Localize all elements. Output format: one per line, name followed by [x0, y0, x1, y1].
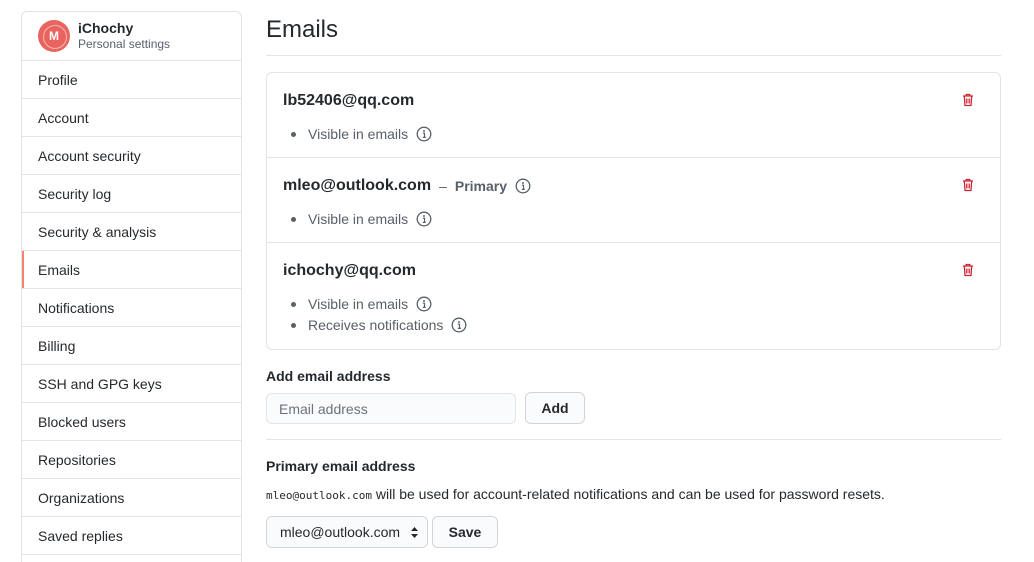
- sidebar-item-blocked-users[interactable]: Blocked users: [22, 403, 241, 441]
- select-caret-icon: [411, 527, 418, 538]
- sidebar-item-security-analysis[interactable]: Security & analysis: [22, 213, 241, 251]
- email-address-text: lb52406@qq.com: [283, 92, 415, 109]
- user-name: iChochy: [78, 20, 134, 36]
- primary-email-note: mleo@outlook.com will be used for accoun…: [266, 486, 885, 502]
- user-text: iChochy Personal settings: [78, 20, 170, 52]
- email-properties: Visible in emails: [291, 123, 432, 144]
- primary-email-label: Primary email address: [266, 458, 416, 474]
- email-address: ichochy@qq.com: [283, 262, 416, 280]
- add-email-button[interactable]: Add: [525, 392, 585, 424]
- add-email-label: Add email address: [266, 368, 391, 384]
- trash-icon[interactable]: [960, 177, 976, 193]
- email-property-text: Visible in emails: [308, 210, 409, 227]
- primary-dash: –: [439, 178, 447, 194]
- settings-sidebar: M iChochy Personal settings Profile Acco…: [21, 11, 242, 562]
- email-property-text: Visible in emails: [308, 295, 409, 312]
- primary-email-note-text: will be used for account-related notific…: [371, 486, 885, 502]
- info-icon[interactable]: [416, 296, 432, 312]
- info-icon[interactable]: [451, 317, 467, 333]
- email-address-text: ichochy@qq.com: [283, 262, 416, 279]
- email-property-text: Receives notifications: [308, 316, 444, 333]
- sidebar-item-ssh-gpg-keys[interactable]: SSH and GPG keys: [22, 365, 241, 403]
- primary-email-selected: mleo@outlook.com: [280, 524, 401, 540]
- sidebar-item-emails[interactable]: Emails: [22, 251, 241, 289]
- email-property: Receives notifications: [291, 314, 467, 335]
- email-list: lb52406@qq.com Visible in emails mleo@ou…: [266, 72, 1001, 350]
- sidebar-item-account[interactable]: Account: [22, 99, 241, 137]
- sidebar-item-repositories[interactable]: Repositories: [22, 441, 241, 479]
- email-row: ichochy@qq.com Visible in emails Receive…: [267, 243, 1000, 349]
- email-property: Visible in emails: [291, 293, 467, 314]
- title-divider: [266, 55, 1001, 56]
- email-row: mleo@outlook.com – Primary Visible in em…: [267, 158, 1000, 243]
- primary-email-select[interactable]: mleo@outlook.com: [266, 516, 428, 548]
- page-title: Emails: [266, 16, 339, 43]
- sidebar-item-notifications[interactable]: Notifications: [22, 289, 241, 327]
- add-email-input[interactable]: [266, 393, 516, 424]
- user-subtitle: Personal settings: [78, 37, 171, 51]
- email-address: mleo@outlook.com – Primary: [283, 177, 531, 195]
- email-property: Visible in emails: [291, 123, 432, 144]
- email-property: Visible in emails: [291, 208, 432, 229]
- user-header[interactable]: M iChochy Personal settings: [22, 12, 241, 61]
- email-properties: Visible in emails Receives notifications: [291, 293, 467, 335]
- avatar: M: [38, 20, 70, 52]
- save-primary-button[interactable]: Save: [432, 516, 498, 548]
- avatar-letter: M: [38, 20, 70, 52]
- info-icon[interactable]: [416, 126, 432, 142]
- info-icon[interactable]: [416, 211, 432, 227]
- sidebar-item-organizations[interactable]: Organizations: [22, 479, 241, 517]
- primary-label: Primary: [454, 178, 508, 194]
- email-properties: Visible in emails: [291, 208, 432, 229]
- section-divider: [266, 439, 1001, 440]
- sidebar-item-security-log[interactable]: Security log: [22, 175, 241, 213]
- primary-email-code: mleo@outlook.com: [266, 489, 372, 502]
- sidebar-item-saved-replies[interactable]: Saved replies: [22, 517, 241, 555]
- trash-icon[interactable]: [960, 262, 976, 278]
- sidebar-item-account-security[interactable]: Account security: [22, 137, 241, 175]
- email-address: lb52406@qq.com: [283, 92, 414, 110]
- sidebar-item-billing[interactable]: Billing: [22, 327, 241, 365]
- trash-icon[interactable]: [960, 92, 976, 108]
- info-icon[interactable]: [515, 178, 531, 194]
- email-row: lb52406@qq.com Visible in emails: [267, 73, 1000, 158]
- sidebar-item-profile[interactable]: Profile: [22, 61, 241, 99]
- email-property-text: Visible in emails: [308, 125, 409, 142]
- email-address-text: mleo@outlook.com: [283, 177, 432, 194]
